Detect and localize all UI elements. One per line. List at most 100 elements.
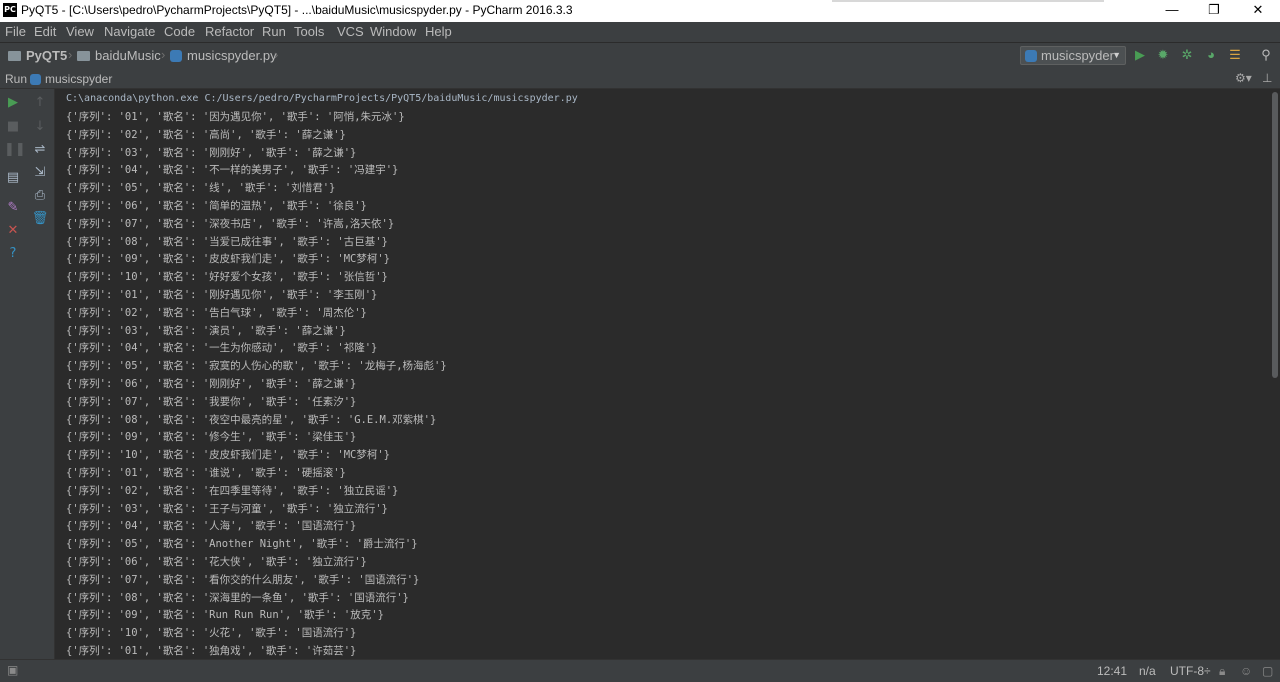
console-output-line: {'序列': '05', '歌名': 'Another Night', '歌手'… [66,538,418,551]
clear-all-trash-icon[interactable]: 🗑 [31,210,49,228]
console-output-line: {'序列': '02', '歌名': '高尚', '歌手': '薛之谦'} [66,128,346,141]
breadcrumb-folder[interactable]: baiduMusic [77,47,161,65]
close-window-button[interactable]: ✕ [1236,0,1280,22]
menu-vcs[interactable]: VCS [337,24,364,39]
menu-help[interactable]: Help [425,24,452,39]
toggle-tool-windows-icon[interactable]: ▣ [7,663,18,677]
soft-wrap-icon[interactable]: ⇌ [31,141,49,159]
console-output-line: {'序列': '07', '歌名': '我要你', '歌手': '任素汐'} [66,395,357,408]
run-toolbar-secondary: ↑ ↓ ⇌ ⇲ ⎙ 🗑 [27,89,55,659]
pycharm-logo-icon: PC [3,3,17,17]
run-icon[interactable]: ▶ [1132,47,1148,63]
console-output-line: {'序列': '03', '歌名': '演员', '歌手': '薛之谦'} [66,324,346,337]
run-configuration-label: musicspyder [1041,48,1114,63]
console-output-line: {'序列': '04', '歌名': '人海', '歌手': '国语流行'} [66,520,357,533]
menu-tools[interactable]: Tools [294,24,324,39]
inspector-icon[interactable]: ☺ [1240,664,1252,678]
console-output-line: {'序列': '04', '歌名': '不一样的美男子', '歌手': '冯建宇… [66,164,399,177]
arrow-up-icon[interactable]: ↑ [31,94,49,112]
console-output-line: {'序列': '05', '歌名': '线', '歌手': '刘惜君'} [66,182,336,195]
breadcrumb-project-label: PyQT5 [26,48,68,63]
pause-icon[interactable]: ❚❚ [4,141,26,159]
breadcrumb-file[interactable]: musicspyder.py [170,47,277,65]
scrollbar-thumb[interactable] [1272,92,1278,378]
console-output[interactable]: C:\anaconda\python.exe C:/Users/pedro/Py… [55,89,1270,659]
run-panel-label: Run [5,72,28,86]
coverage-icon[interactable]: ✲ [1179,47,1195,63]
breadcrumb-separator-icon: › [274,47,279,62]
breadcrumb-project[interactable]: PyQT5 [8,47,67,65]
run-configuration-select[interactable]: musicspyder ▼ [1020,46,1126,65]
menu-run[interactable]: Run [262,24,286,39]
menu-code[interactable]: Code [164,24,195,39]
console-output-line: {'序列': '06', '歌名': '简单的温热', '歌手': '徐良'} [66,200,367,212]
console-output-line: {'序列': '07', '歌名': '看你交的什么朋友', '歌手': '国语… [66,573,420,586]
breadcrumb-separator-icon: › [68,47,73,62]
caret-position[interactable]: 12:41 [1097,664,1127,678]
run-toolbar-primary: ▶ ■ ❚❚ ▤ ✎ ✕ ? [0,89,27,659]
console-output-line: {'序列': '08', '歌名': '当爱已成往事', '歌手': '古巨基'… [66,235,388,248]
python-file-icon [30,74,41,85]
file-encoding[interactable]: UTF-8÷ [1170,664,1211,678]
console-output-line: {'序列': '07', '歌名': '深夜书店', '歌手': '许嵩,洛天依… [66,217,395,230]
window-title-bar: PC PyQT5 - [C:\Users\pedro\PycharmProjec… [0,0,1280,22]
title-bar-divider [832,0,1104,2]
console-output-line: {'序列': '03', '歌名': '刚刚好', '歌手': '薛之谦'} [66,146,357,159]
close-run-icon[interactable]: ✕ [4,222,22,240]
menu-window[interactable]: Window [370,24,416,39]
console-output-line: {'序列': '05', '歌名': '寂寞的人伤心的歌', '歌手': '龙梅… [66,360,447,373]
lock-icon[interactable]: 🔒︎ [1219,664,1225,679]
minimize-button[interactable]: — [1150,0,1194,22]
menu-navigate[interactable]: Navigate [104,24,155,39]
settings-gear-icon[interactable]: ⚙▾ [1235,71,1252,85]
breadcrumb-file-label: musicspyder.py [187,48,277,63]
menu-edit[interactable]: Edit [34,24,56,39]
breadcrumb-folder-label: baiduMusic [95,48,161,63]
console-output-line: {'序列': '10', '歌名': '好好爱个女孩', '歌手': '张信哲'… [66,271,388,284]
console-output-line: {'序列': '10', '歌名': '皮皮虾我们走', '歌手': 'MC梦柯… [66,449,391,462]
dump-threads-icon[interactable]: ▤ [4,169,22,187]
rerun-icon[interactable]: ▶ [4,94,22,112]
print-icon[interactable]: ⎙ [31,187,49,205]
console-output-line: {'序列': '06', '歌名': '花大侠', '歌手': '独立流行'} [66,556,367,568]
menu-view[interactable]: View [66,24,94,39]
chevron-down-icon: ▼ [1112,50,1121,60]
line-separator[interactable]: n/a [1139,664,1156,678]
vcs-update-icon[interactable]: ☰ [1227,47,1243,63]
debug-bug-icon[interactable]: ✹ [1155,47,1171,63]
breadcrumb-separator-icon: › [161,47,166,62]
stop-icon[interactable]: ■ [4,118,22,136]
status-bar: ▣ 12:41 n/a UTF-8÷ 🔒︎ ☺ ▢ [0,659,1280,682]
run-tab-musicspyder[interactable]: musicspyder [30,72,112,86]
search-everywhere-icon[interactable]: ⚲ [1258,47,1274,63]
console-output-line: {'序列': '06', '歌名': '刚刚好', '歌手': '薛之谦'} [66,378,357,390]
menu-bar: File Edit View Navigate Code Refactor Ru… [0,22,1280,42]
console-output-line: {'序列': '01', '歌名': '因为遇见你', '歌手': '阿悄,朱元… [66,111,405,123]
console-output-line: {'序列': '08', '歌名': '夜空中最亮的星', '歌手': 'G.E… [66,413,437,426]
arrow-down-icon[interactable]: ↓ [31,118,49,136]
python-file-icon [1025,50,1037,62]
restore-button[interactable]: ❐ [1192,0,1236,22]
console-output-line: {'序列': '01', '歌名': '谁说', '歌手': '硬摇滚'} [66,467,346,479]
folder-icon [77,51,90,61]
hide-panel-icon[interactable]: ⊥ [1262,71,1272,85]
console-output-line: {'序列': '03', '歌名': '王子与河童', '歌手': '独立流行'… [66,502,388,515]
menu-file[interactable]: File [5,24,26,39]
console-output-line: {'序列': '04', '歌名': '一生为你感动', '歌手': '祁隆'} [66,342,378,355]
console-scrollbar[interactable] [1270,89,1280,659]
menu-refactor[interactable]: Refactor [205,24,254,39]
scroll-to-end-icon[interactable]: ⇲ [31,164,49,182]
run-tab-label: musicspyder [45,72,113,86]
run-tool-window-header: Run musicspyder ⚙▾ ⊥ [0,68,1280,89]
console-output-line: {'序列': '02', '歌名': '在四季里等待', '歌手': '独立民谣… [66,484,399,497]
python-file-icon [170,50,182,62]
help-icon[interactable]: ? [4,245,22,263]
console-output-line: {'序列': '09', '歌名': 'Run Run Run', '歌手': … [66,609,384,622]
console-output-line: {'序列': '02', '歌名': '告白气球', '歌手': '周杰伦'} [66,306,367,319]
pin-tab-icon[interactable]: ✎ [4,199,22,217]
event-log-icon[interactable]: ▢ [1262,664,1273,678]
console-output-line: {'序列': '09', '歌名': '修今生', '歌手': '梁佳玉'} [66,431,357,444]
window-title: PyQT5 - [C:\Users\pedro\PycharmProjects\… [21,3,573,17]
profile-icon[interactable]: ◕ [1203,47,1219,63]
console-output-line: {'序列': '08', '歌名': '深海里的一条鱼', '歌手': '国语流… [66,591,409,604]
